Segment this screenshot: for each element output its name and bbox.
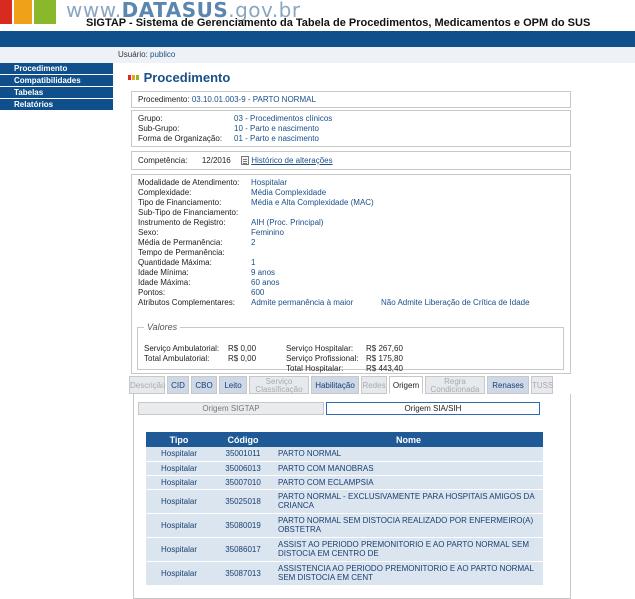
instrumento-registro-value: AIH (Proc. Principal) [251,218,324,227]
procedimento-box: Procedimento: 03.10.01.003-9 - PARTO NOR… [131,91,571,108]
table-row: Hospitalar 35025018 PARTO NORMAL - EXCLUSI… [146,489,543,514]
complexidade-value: Média Complexidade [251,188,327,197]
user-name: publico [150,50,176,59]
origem-table: Tipo Código Nome Hospitalar 35001011 PARTO… [146,432,543,586]
pontos-value: 600 [251,288,265,297]
sidebar-item-compatibilidades[interactable]: Compatibilidades [0,75,113,87]
total-ambulatorial-value: R$ 0,00 [228,354,257,363]
title-marker-icon [128,70,140,85]
tab-regra-condicionada[interactable]: Regra Condicionada [425,376,485,394]
procedimento-label: Procedimento: [138,95,190,104]
table-row: Hospitalar 35087013 ASSISTENCIA AO PERIODO… [146,561,543,586]
financiamento-value: Média e Alta Complexidade (MAC) [251,198,374,207]
atributos-complementares-value: Admite permanência à maior [251,298,354,307]
sexo-value: Feminino [251,228,284,237]
header: www.DATASUS.gov.br SIGTAP - Sistema de G… [0,0,635,47]
sidebar-item-tabelas[interactable]: Tabelas [0,87,113,99]
origem-subtabs: Origem SIGTAP Origem SIA/SIH [138,402,540,415]
app-title: SIGTAP - Sistema de Gerenciamento da Tab… [86,17,591,29]
page-title: Procedimento [128,70,230,85]
servico-hospitalar-value: R$ 267,60 [366,344,403,353]
subgrupo-value: 10 - Parto e nascimento [234,124,319,133]
tab-servico-classificacao[interactable]: Serviço Classificação [249,376,309,394]
origem-panel: Origem SIGTAP Origem SIA/SIH Tipo Código… [133,394,571,599]
competencia-value: 12/2016 [201,156,231,165]
tab-descricao[interactable]: Descrição [129,376,166,394]
sidebar-item-relatorios[interactable]: Relatórios [0,99,113,111]
table-row: Hospitalar 35080019 PARTO NORMAL SEM DISTO… [146,513,543,538]
tab-origem[interactable]: Origem [389,376,423,394]
table-row: Hospitalar 35007010 PARTO COM ECLAMPSIA [146,475,543,490]
idade-minima-value: 9 anos [251,268,276,277]
header-bar [0,31,635,47]
total-hospitalar-value: R$ 443,40 [366,364,403,373]
subtab-origem-sigtap[interactable]: Origem SIGTAP [138,402,324,415]
tab-cbo[interactable]: CBO [191,376,217,394]
servico-profissional-value: R$ 175,80 [366,354,403,363]
history-icon[interactable] [241,156,250,165]
servico-ambulatorial-value: R$ 0,00 [228,344,257,353]
atributos-complementares-value-2: Não Admite Liberação de Crítica de Idade [381,298,530,307]
table-row: Hospitalar 35086017 ASSIST AO PERIODO PREM… [146,537,543,562]
table-row: Hospitalar 35006013 PARTO COM MANOBRAS [146,461,543,476]
main-content: Usuário: publico Procedimento Procedimen… [113,47,635,599]
col-tipo: Tipo [146,432,212,447]
modalidade-value: Hospitalar [251,178,288,187]
quantidade-maxima-value: 1 [251,258,256,267]
user-bar: Usuário: publico [113,47,635,63]
col-nome: Nome [274,432,543,447]
grupo-value: 03 - Procedimentos clínicos [234,114,333,123]
sidebar: Procedimento Compatibilidades Tabelas Re… [0,47,113,599]
forma-organizacao-value: 01 - Parto e nascimento [234,134,319,143]
sidebar-item-procedimento[interactable]: Procedimento [0,63,113,75]
valores-legend: Valores [147,322,178,332]
tab-leito[interactable]: Leito [219,376,247,394]
tab-habilitacao[interactable]: Habilitação [311,376,359,394]
procedimento-value: 03.10.01.003-9 - PARTO NORMAL [191,95,316,104]
competencia-box: Competência: 12/2016 Histórico de altera… [131,151,571,170]
grupo-box: Grupo: 03 - Procedimentos clínicos Sub-Gr… [131,110,571,147]
tab-cid[interactable]: CID [167,376,189,394]
datasus-logo-icon [0,0,60,24]
valores-box: Valores Serviço Ambulatorial: R$ 0,00 Tot… [137,322,564,373]
col-codigo: Código [212,432,274,447]
tab-renases[interactable]: Renases [487,376,529,394]
tab-redes[interactable]: Redes [361,376,387,394]
tab-bar: Descrição CID CBO Leito Serviço Classifi… [129,376,553,394]
media-permanencia-value: 2 [251,238,256,247]
tab-tuss[interactable]: TUSS [531,376,553,394]
subtab-origem-sia-sih[interactable]: Origem SIA/SIH [326,402,540,415]
history-link[interactable]: Histórico de alterações [251,156,332,165]
table-row: Hospitalar 35001011 PARTO NORMAL [146,447,543,462]
competencia-label: Competência: [138,156,188,165]
idade-maxima-value: 60 anos [251,278,280,287]
